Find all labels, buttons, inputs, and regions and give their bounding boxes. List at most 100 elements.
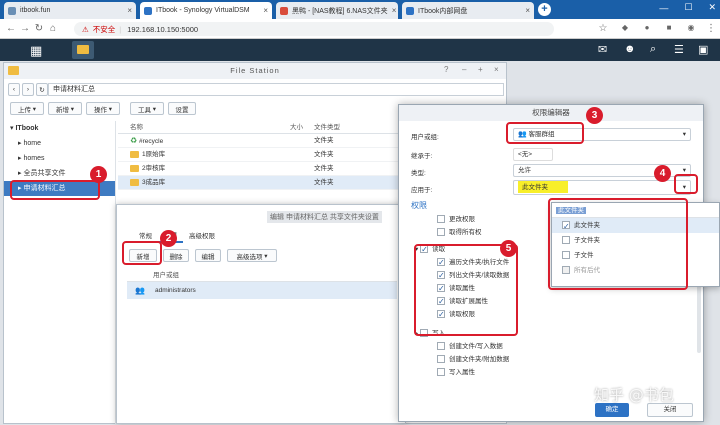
annotation-box	[122, 241, 162, 265]
reload-icon[interactable]: ↻	[32, 23, 46, 34]
annotation-box	[674, 174, 698, 194]
maximize-icon[interactable]: ☐	[684, 2, 692, 13]
annotation-marker: 2	[160, 230, 177, 247]
column-name[interactable]: 名称	[130, 121, 143, 134]
bookmark-star-icon[interactable]: ☆	[596, 23, 610, 34]
recycle-icon: ♻	[130, 136, 138, 145]
back-button[interactable]: ‹	[8, 83, 20, 96]
permissions-heading: 权限	[411, 201, 427, 210]
annotation-box	[414, 244, 518, 336]
file-station-taskbar-button[interactable]	[72, 41, 94, 59]
menu-icon[interactable]: ⋮	[704, 23, 718, 34]
folder-icon	[77, 45, 89, 54]
home-icon[interactable]: ⌂	[46, 23, 60, 34]
widgets-icon[interactable]: ☰	[674, 43, 684, 56]
insecure-label: 不安全	[92, 24, 116, 34]
tab-nas-tutorial[interactable]: 黑鸭 - [NAS教程] 6.NAS文件夹 ×	[276, 2, 398, 19]
ok-button[interactable]: 确定	[595, 403, 629, 417]
perm-item[interactable]: 创建文件/写入数据	[411, 340, 695, 353]
tab-virtualdsm[interactable]: ITbook - Synology VirtualDSM ×	[140, 2, 272, 19]
dialog-title: 权限编辑器	[399, 105, 703, 121]
folder-icon	[130, 164, 139, 172]
close-window-icon[interactable]: ✕	[708, 2, 716, 13]
perm-item[interactable]: 写入属性	[411, 366, 695, 379]
folder-icon	[8, 66, 19, 75]
help-icon[interactable]: ?	[444, 65, 448, 74]
favicon-icon	[280, 6, 288, 15]
tools-button[interactable]: 工具 ▾	[130, 102, 164, 115]
main-menu-icon[interactable]: ▦	[30, 43, 42, 59]
tab-itbook-fun[interactable]: itbook.fun ×	[4, 2, 136, 19]
close-tab-icon[interactable]: ×	[392, 6, 397, 15]
maximize-icon[interactable]: +	[478, 65, 483, 74]
column-user-or-group[interactable]: 用户或组	[127, 269, 397, 282]
checkbox[interactable]	[437, 215, 445, 224]
create-button[interactable]: 新增 ▾	[48, 102, 82, 115]
tab-general[interactable]: 常规	[133, 228, 158, 242]
advanced-options-button[interactable]: 高级选项 ▾	[227, 249, 277, 262]
tab-itbook-drive[interactable]: ITbook内部网盘 ×	[402, 2, 534, 19]
checkbox[interactable]	[437, 368, 445, 377]
extension-icon[interactable]: ●	[640, 23, 654, 32]
column-type[interactable]: 文件类型	[314, 121, 340, 134]
table-row[interactable]: 👥 administrators	[127, 282, 397, 299]
action-button[interactable]: 操作 ▾	[86, 102, 120, 115]
folder-icon	[130, 178, 139, 186]
extension-icon[interactable]: ■	[662, 23, 676, 32]
close-icon[interactable]: ×	[494, 65, 499, 74]
path-field[interactable]: 申请材料汇总	[48, 83, 504, 96]
column-size[interactable]: 大小	[290, 121, 303, 134]
close-tab-icon[interactable]: ×	[127, 6, 132, 15]
edit-button[interactable]: 编辑	[195, 249, 221, 262]
checkbox[interactable]	[437, 342, 445, 351]
delete-button[interactable]: 删除	[163, 249, 189, 262]
settings-button[interactable]: 设置	[168, 102, 196, 115]
checkbox[interactable]	[437, 355, 445, 364]
window-title: File Station	[4, 63, 506, 79]
back-icon[interactable]: ←	[4, 23, 18, 34]
profile-icon[interactable]: ◉	[684, 23, 698, 32]
inherit-label: 继承于:	[411, 153, 433, 160]
new-tab-button[interactable]: +	[538, 3, 551, 16]
apply-to-select[interactable]: 此文件夹 ▾	[513, 180, 691, 195]
tree-item-homes[interactable]: ▸ homes	[4, 151, 115, 166]
search-icon[interactable]: ⌕	[650, 43, 656, 56]
annotation-marker: 4	[654, 165, 671, 182]
annotation-marker: 1	[90, 166, 107, 183]
forward-button[interactable]: ›	[22, 83, 34, 96]
insecure-icon: ⚠	[82, 24, 89, 34]
annotation-box	[10, 180, 100, 200]
apply-to-label: 应用于:	[411, 187, 433, 194]
tree-item-home[interactable]: ▸ home	[4, 136, 115, 151]
close-tab-icon[interactable]: ×	[263, 6, 268, 15]
upload-button[interactable]: 上传 ▾	[10, 102, 44, 115]
notifications-icon[interactable]: ✉	[598, 43, 607, 56]
checkbox[interactable]	[437, 228, 445, 237]
minimize-icon[interactable]: —	[659, 3, 668, 13]
extension-icon[interactable]: ◆	[618, 23, 632, 32]
url-text: 192.168.10.150:5000	[127, 24, 199, 34]
minimize-icon[interactable]: –	[462, 65, 466, 74]
window-controls: — ☐ ✕	[659, 2, 716, 13]
forward-icon[interactable]: →	[18, 23, 32, 34]
user-label: 用户或组:	[411, 134, 439, 141]
close-tab-icon[interactable]: ×	[525, 6, 530, 15]
tab-advanced-permissions[interactable]: 高级权限	[183, 228, 221, 242]
tree-root[interactable]: ▾ ITbook	[4, 121, 115, 136]
browser-tab-strip: itbook.fun × ITbook - Synology VirtualDS…	[0, 0, 720, 19]
user-icon[interactable]: ☻	[624, 43, 636, 55]
desktop-icon[interactable]: ▣	[698, 43, 708, 56]
annotation-marker: 5	[500, 240, 517, 257]
address-input[interactable]: ⚠ 不安全 | 192.168.10.150:5000	[74, 22, 554, 36]
close-button[interactable]: 关闭	[647, 403, 693, 417]
annotation-marker: 3	[586, 107, 603, 124]
dsm-taskbar: ▦ ✉ ☻ ⌕ ☰ ▣	[0, 39, 720, 61]
watermark: 知乎 @书包	[594, 386, 674, 404]
perm-item[interactable]: 创建文件夹/附加数据	[411, 353, 695, 366]
inherit-field: <无>	[513, 148, 553, 161]
refresh-button[interactable]: ↻	[36, 83, 48, 96]
favicon-icon	[406, 6, 414, 15]
folder-icon	[130, 150, 139, 158]
user-group-icon: 👥	[135, 286, 145, 295]
annotation-box	[506, 122, 584, 144]
